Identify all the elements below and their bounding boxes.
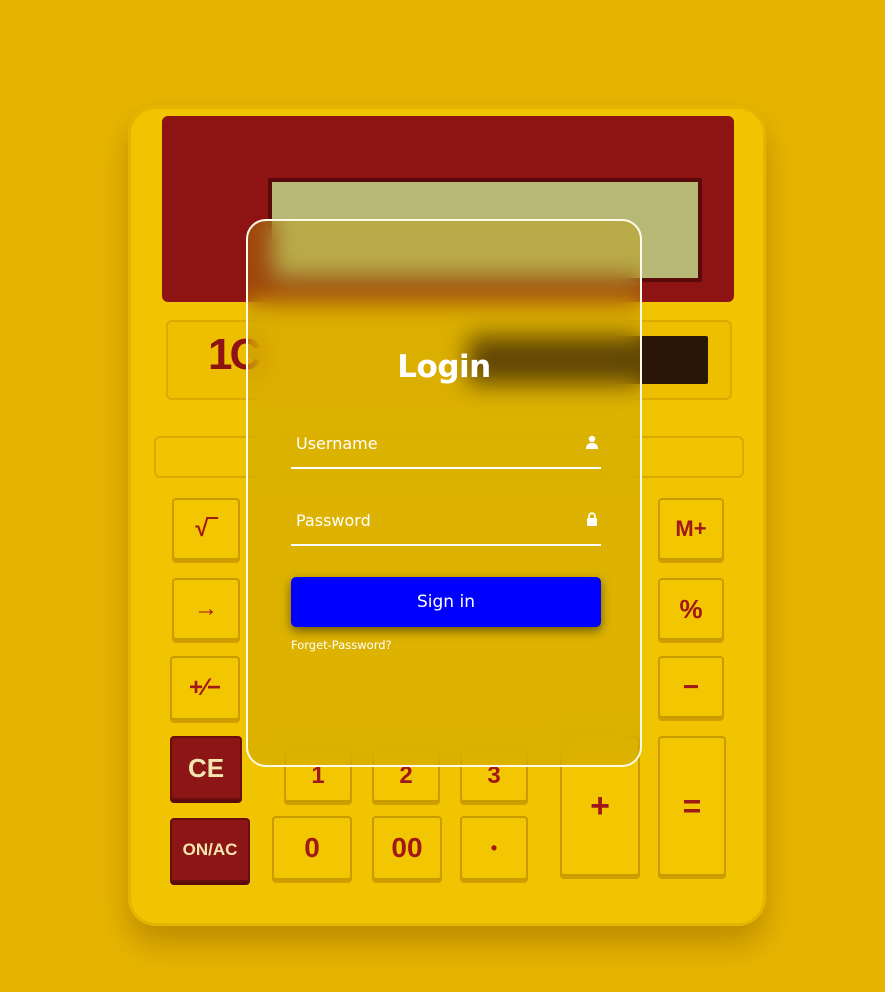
key-plus-minus: +∕−: [170, 656, 240, 720]
key-00: 00: [372, 816, 442, 880]
key-m-plus: M+: [658, 498, 724, 560]
key-percent: %: [658, 578, 724, 640]
key-arrow: →: [172, 578, 240, 640]
sign-in-button[interactable]: Sign in: [291, 577, 601, 627]
key-ce: CE: [170, 736, 242, 800]
key-equals: =: [658, 736, 726, 876]
lock-icon: [587, 512, 597, 526]
login-title: Login: [397, 349, 491, 385]
login-card: Login Sign in Forget-Password?: [246, 219, 642, 767]
user-icon: [586, 435, 598, 449]
key-sqrt: √‾: [172, 498, 240, 560]
key-decimal: •: [460, 816, 528, 880]
key-on-ac: ON/AC: [170, 818, 250, 882]
username-field: [291, 421, 601, 469]
key-0: 0: [272, 816, 352, 880]
forgot-password-link[interactable]: Forget-Password?: [291, 638, 392, 652]
password-field: [291, 498, 601, 546]
key-minus: −: [658, 656, 724, 718]
password-input[interactable]: [291, 498, 576, 542]
username-input[interactable]: [291, 421, 576, 465]
